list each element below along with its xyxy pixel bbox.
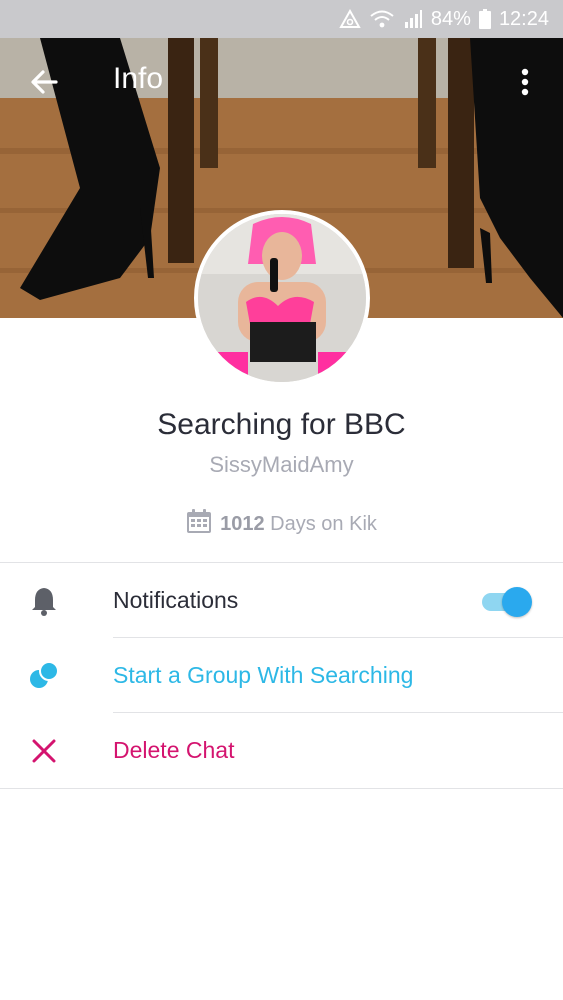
display-name: Searching for BBC — [157, 408, 406, 441]
back-arrow-icon[interactable] — [26, 64, 62, 100]
divider — [0, 788, 563, 789]
top-bar: Info — [0, 38, 563, 126]
start-group-row[interactable]: Start a Group With Searching — [0, 638, 563, 713]
signal-icon — [403, 9, 423, 29]
data-saver-icon — [339, 9, 361, 29]
days-on-kik: 1012 Days on Kik — [0, 508, 563, 540]
days-count: 1012 — [220, 512, 265, 535]
calendar-icon — [186, 508, 212, 540]
bell-icon — [28, 585, 60, 617]
days-suffix: Days on Kik — [270, 512, 377, 535]
status-bar: 84% 12:24 — [0, 0, 563, 38]
notifications-toggle[interactable] — [480, 585, 534, 617]
notifications-row: Notifications — [0, 563, 563, 638]
group-icon — [28, 660, 60, 692]
username: SissyMaidAmy — [209, 452, 354, 477]
profile-avatar[interactable] — [194, 210, 370, 386]
clock: 12:24 — [498, 7, 549, 30]
more-vertical-icon[interactable] — [510, 64, 540, 100]
notifications-label: Notifications — [113, 587, 239, 613]
wifi-icon — [369, 9, 395, 29]
page-title: Info — [113, 62, 164, 95]
battery-icon — [478, 9, 491, 29]
toggle-knob — [502, 587, 532, 617]
delete-chat-row[interactable]: Delete Chat — [0, 713, 563, 788]
delete-chat-label: Delete Chat — [113, 737, 235, 763]
battery-percent: 84% — [430, 7, 471, 30]
close-icon — [28, 735, 60, 767]
start-group-label: Start a Group With Searching — [113, 662, 414, 688]
